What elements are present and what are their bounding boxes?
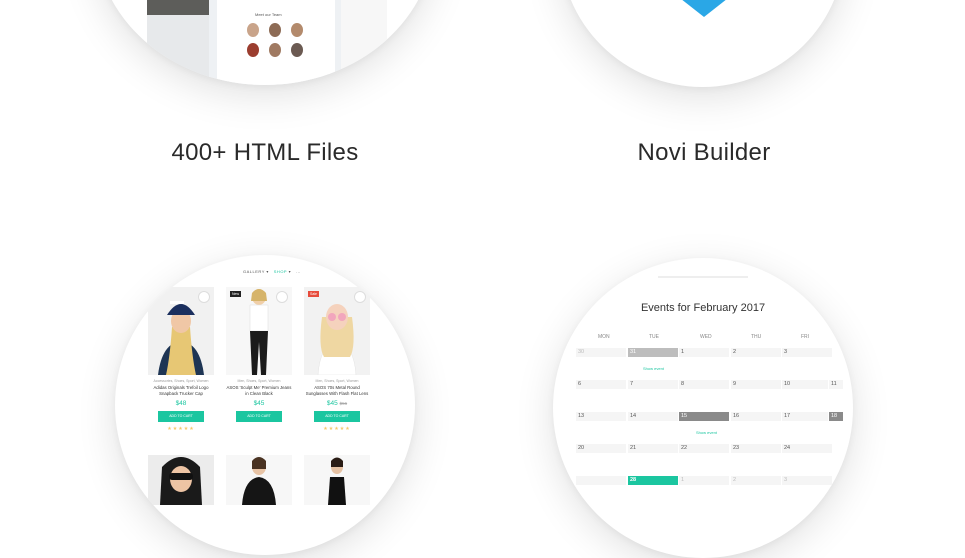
day-header: WED	[700, 334, 712, 340]
product-image	[148, 455, 214, 510]
divider	[658, 276, 748, 278]
add-to-cart-button[interactable]: ADD TO CART	[236, 411, 282, 422]
product-name[interactable]: ASOS 70s Metal Round Sunglasses With Fla…	[304, 385, 370, 397]
calendar-day[interactable]: 1	[679, 348, 729, 357]
html-files-preview-circle: Meet our Team	[95, 0, 435, 85]
calendar-day[interactable]: 3	[782, 348, 832, 357]
feature-title: 400+ HTML Files	[171, 139, 359, 166]
calendar-day[interactable]: 24	[782, 444, 832, 453]
shop-preview-circle: GALLERY ▾ SHOP ▾ ... Accessories, Shoes,…	[115, 255, 415, 555]
calendar-day[interactable]: 15	[679, 412, 729, 421]
novi-logo-icon	[676, 0, 732, 17]
add-to-cart-button[interactable]: ADD TO CART	[158, 411, 204, 422]
product-card[interactable]: New Men, Shoes, Sport, Women ASOS 'Sculp…	[226, 287, 292, 422]
day-header: THU	[751, 334, 762, 340]
wishlist-icon[interactable]	[276, 291, 288, 303]
calendar-preview-circle: Events for February 2017 MON TUE WED THU…	[553, 258, 853, 558]
calendar-day[interactable]: 17	[782, 412, 828, 421]
calendar-day[interactable]: 8	[679, 380, 729, 389]
product-category: Men, Shoes, Sport, Women	[237, 379, 281, 383]
calendar-day[interactable]: 18	[829, 412, 843, 421]
mini-heading: Meet our Team	[255, 12, 282, 17]
product-name[interactable]: ASOS 'Sculpt Me' Premium Jeans in Clean …	[226, 385, 292, 397]
product-image	[226, 455, 292, 510]
calendar-day[interactable]: 2	[731, 476, 781, 485]
calendar-day[interactable]: 3	[782, 476, 832, 485]
feature-title: Novi Builder	[637, 139, 771, 166]
product-image	[304, 455, 370, 510]
calendar-day[interactable]: 11	[829, 380, 843, 389]
mini-screenshot: Meet our Team	[147, 0, 387, 85]
day-header: FRI	[801, 334, 810, 340]
rating-stars: ★★★★★	[323, 426, 351, 432]
calendar-day[interactable]: 23	[731, 444, 781, 453]
shop-nav: GALLERY ▾ SHOP ▾ ...	[243, 269, 301, 274]
calendar-day[interactable]: 13	[576, 412, 626, 421]
add-to-cart-button[interactable]: ADD TO CART	[314, 411, 360, 422]
calendar-day[interactable]: 10	[782, 380, 828, 389]
calendar-day[interactable]: 20	[576, 444, 626, 453]
calendar-day[interactable]: 14	[628, 412, 678, 421]
calendar-day[interactable]: 1	[679, 476, 729, 485]
calendar-day[interactable]: 7	[628, 380, 678, 389]
product-category: Men, Shoes, Sport, Women	[315, 379, 359, 383]
show-event-link[interactable]: Show event	[696, 430, 717, 435]
product-name[interactable]: Adidas Originals Trefoil Logo Snapback T…	[148, 385, 214, 397]
calendar-day[interactable]: 6	[576, 380, 626, 389]
novi-builder-circle	[560, 0, 845, 87]
product-card[interactable]: Accessories, Shoes, Sport, Women Adidas …	[148, 287, 214, 432]
product-image: New	[226, 287, 292, 375]
product-card[interactable]: Sale Men, Shoes, Sport, Women ASOS 70s M…	[304, 287, 370, 432]
calendar-day-today[interactable]: 28	[628, 476, 678, 485]
calendar-day[interactable]	[576, 476, 626, 485]
product-image: Sale	[304, 287, 370, 375]
calendar-day[interactable]: 21	[628, 444, 678, 453]
calendar-day[interactable]: 30	[576, 348, 626, 357]
new-badge: New	[230, 291, 242, 297]
nav-shop[interactable]: SHOP	[274, 269, 287, 274]
calendar-day[interactable]: 9	[731, 380, 781, 389]
product-price: $45 $56	[326, 400, 348, 407]
nav-more[interactable]: ...	[296, 269, 301, 274]
calendar-title: Events for February 2017	[640, 302, 766, 314]
day-header: TUE	[649, 334, 659, 340]
calendar-day[interactable]: 16	[731, 412, 781, 421]
calendar-day[interactable]: 2	[731, 348, 781, 357]
product-image	[148, 287, 214, 375]
calendar-day[interactable]: 31	[628, 348, 678, 357]
rating-stars: ★★★★★	[167, 426, 195, 432]
day-header: MON	[598, 334, 610, 340]
wishlist-icon[interactable]	[354, 291, 366, 303]
nav-gallery[interactable]: GALLERY	[243, 269, 265, 274]
wishlist-icon[interactable]	[198, 291, 210, 303]
product-category: Accessories, Shoes, Sport, Women	[153, 379, 209, 383]
calendar-day[interactable]: 22	[679, 444, 729, 453]
product-price: $45	[253, 400, 265, 407]
show-event-link[interactable]: Show event	[643, 366, 664, 371]
product-price: $48	[175, 400, 187, 407]
sale-badge: Sale	[308, 291, 320, 297]
